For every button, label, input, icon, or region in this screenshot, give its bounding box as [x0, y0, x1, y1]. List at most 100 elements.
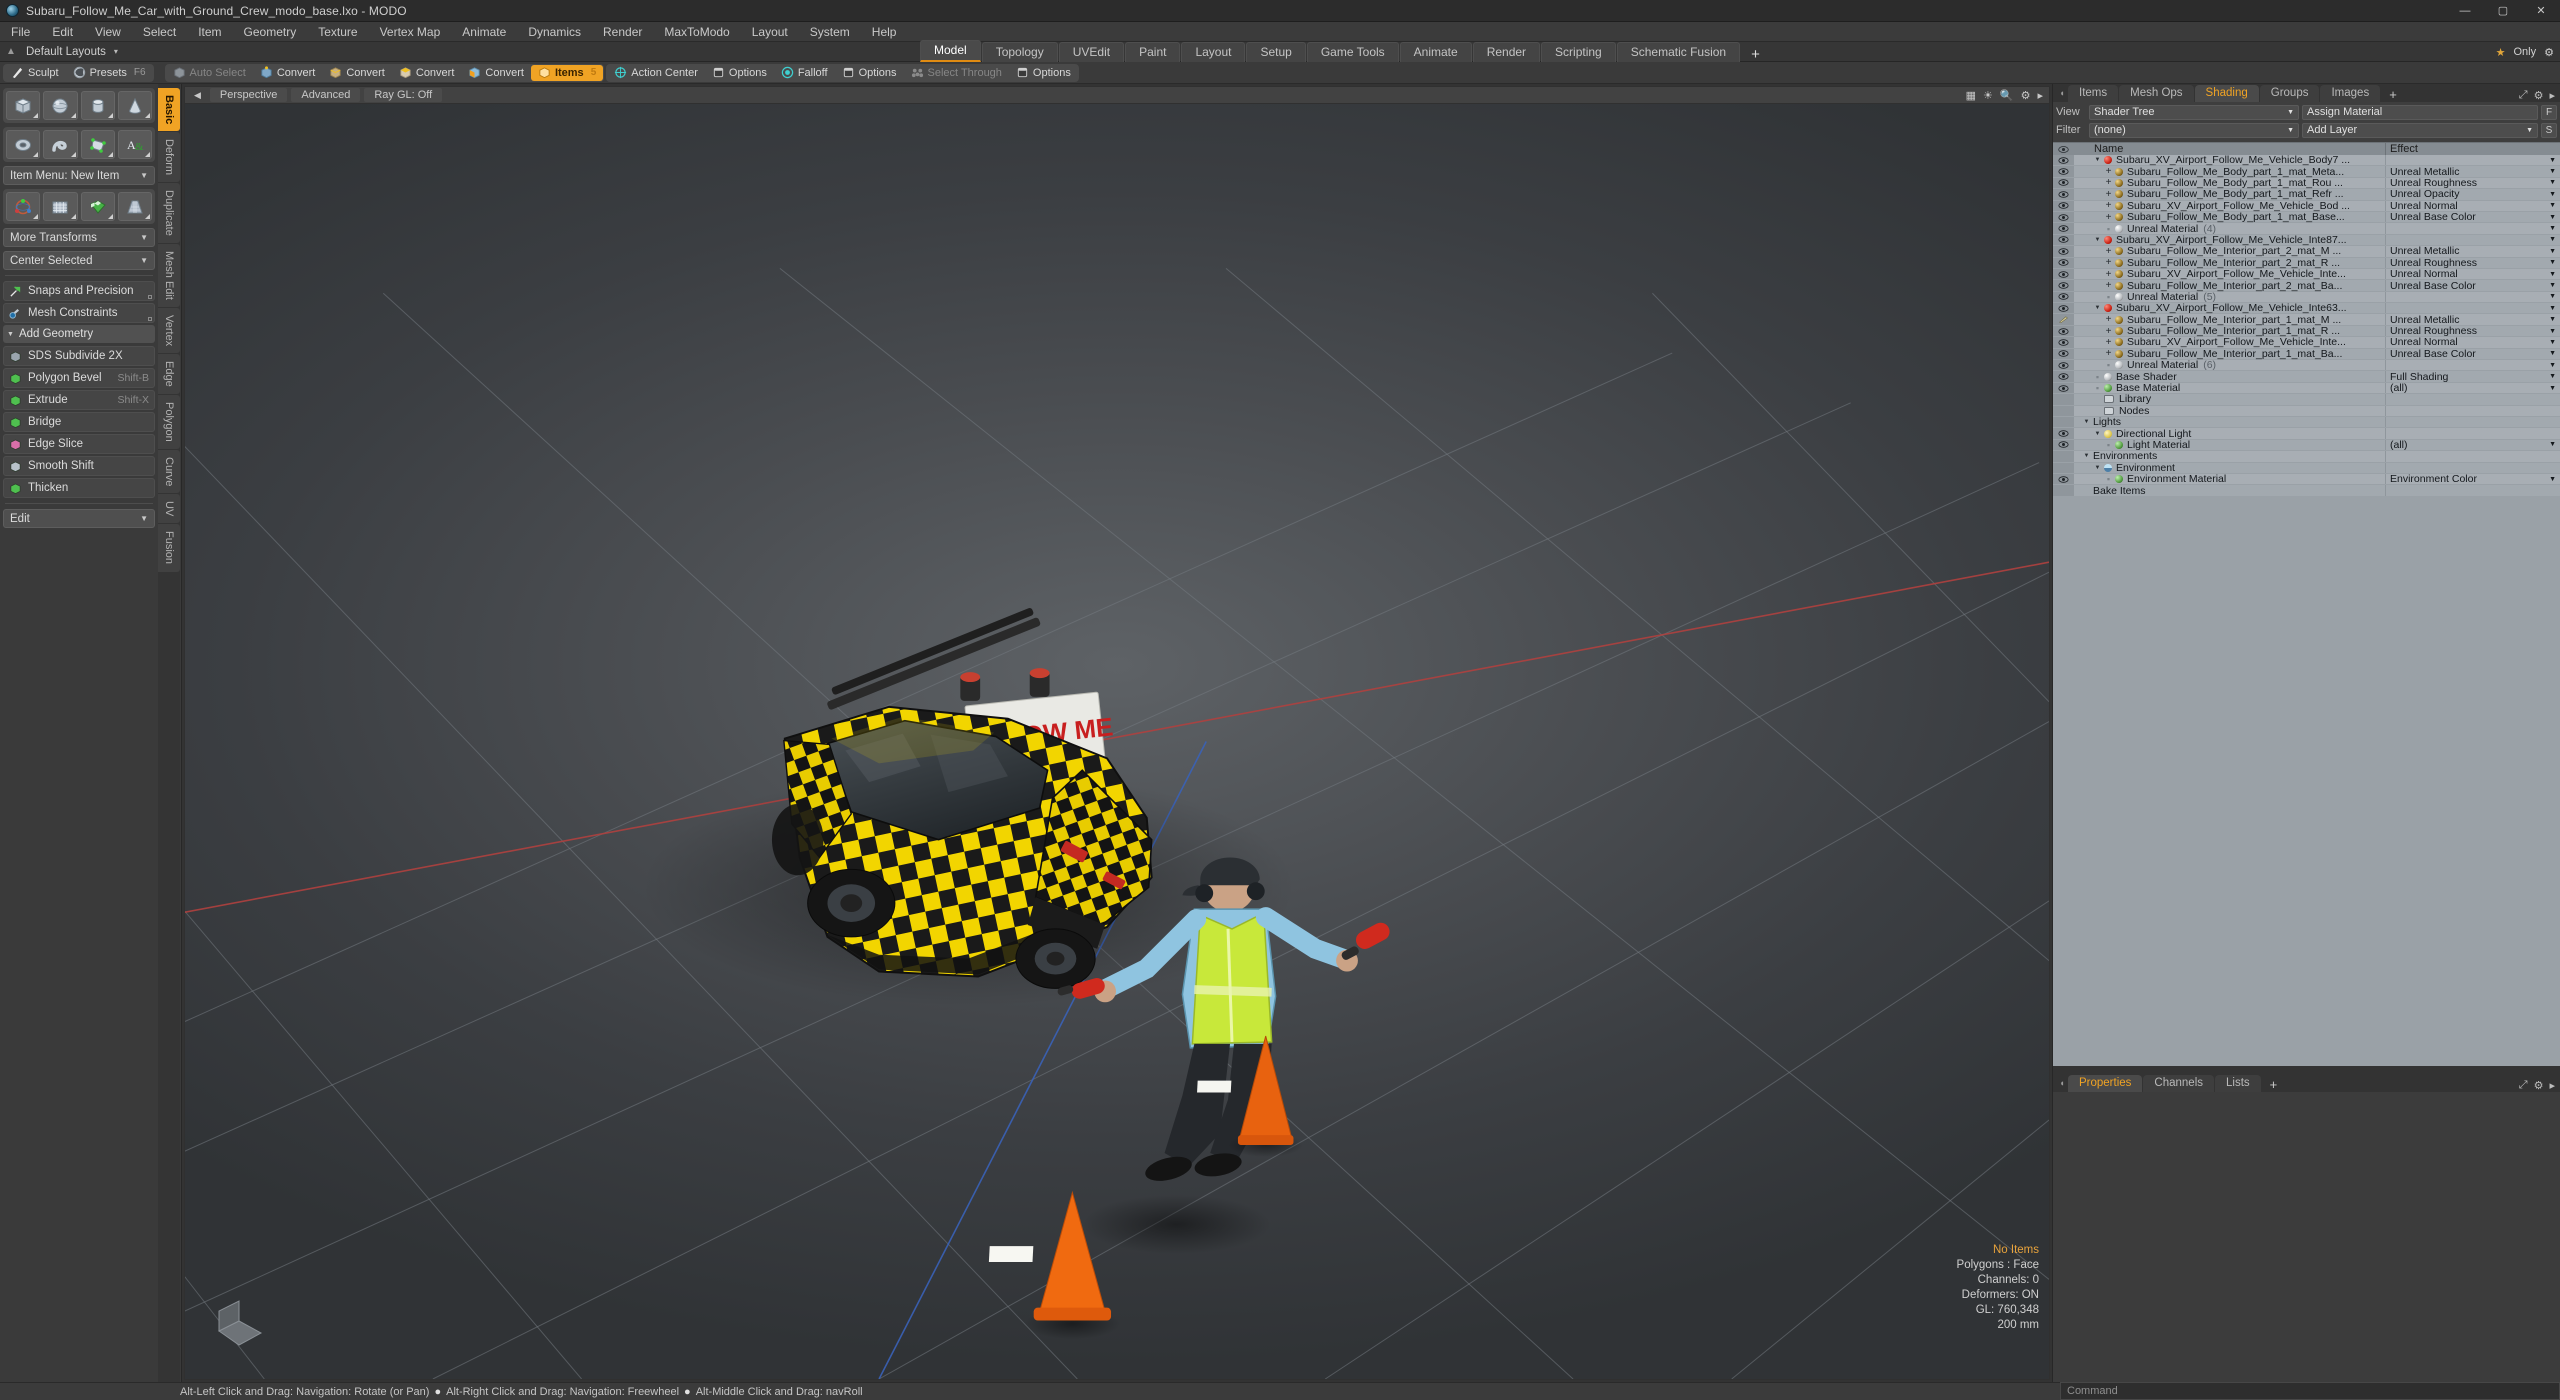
- properties-tab-lists[interactable]: Lists: [2215, 1075, 2261, 1092]
- layout-tab-topology[interactable]: Topology: [981, 42, 1058, 62]
- chevron-down-icon[interactable]: ▼: [2549, 225, 2556, 232]
- gear-icon[interactable]: ⚙: [2534, 1079, 2544, 1092]
- eye-icon[interactable]: [2053, 211, 2074, 223]
- expand-icon[interactable]: ⤢: [2519, 1079, 2528, 1092]
- menu-item-select[interactable]: Select: [132, 22, 187, 42]
- toolbar-falloff-button[interactable]: Falloff: [774, 65, 835, 81]
- chevron-down-icon[interactable]: ▾: [114, 47, 118, 56]
- torus-icon[interactable]: [6, 130, 41, 159]
- expand-plus-icon[interactable]: +: [2104, 337, 2113, 347]
- chevron-down-icon[interactable]: ▼: [2549, 339, 2556, 346]
- eye-icon[interactable]: [2053, 200, 2074, 211]
- chevron-down-icon[interactable]: ▼: [2549, 157, 2556, 164]
- tree-row-effect[interactable]: ▼: [2385, 303, 2560, 314]
- tool-bridge-button[interactable]: Bridge: [3, 412, 155, 432]
- toolbar-presets-button[interactable]: Presets F6: [66, 65, 153, 81]
- tree-row-effect[interactable]: Unreal Opacity ▼: [2385, 189, 2560, 200]
- tree-row-effect[interactable]: Unreal Roughness ▼: [2385, 257, 2560, 268]
- eye-icon[interactable]: [2053, 337, 2074, 348]
- menu-item-system[interactable]: System: [799, 22, 861, 42]
- gear-icon[interactable]: ⚙: [2544, 46, 2554, 59]
- search-icon[interactable]: 🔍: [2000, 89, 2014, 102]
- viewport-raygl-button[interactable]: Ray GL: Off: [364, 88, 443, 102]
- edit-dropdown[interactable]: Edit ▼: [3, 509, 155, 528]
- snaps-and-precision-button[interactable]: Snaps and Precision: [3, 281, 155, 301]
- leaf-dash-icon[interactable]: ▪: [2104, 224, 2113, 234]
- add-geometry-section-header[interactable]: ▼ Add Geometry: [3, 325, 155, 343]
- menu-item-dynamics[interactable]: Dynamics: [517, 22, 592, 42]
- center-selected-dropdown[interactable]: Center Selected ▼: [3, 251, 155, 270]
- eye-icon[interactable]: [2053, 234, 2074, 246]
- eye-icon[interactable]: [2053, 291, 2074, 303]
- expand-plus-icon[interactable]: +: [2104, 178, 2113, 188]
- tree-row-effect[interactable]: ▼: [2385, 155, 2560, 166]
- toolbar-convert-button[interactable]: Convert: [322, 65, 392, 81]
- subaru-follow-me-vehicle[interactable]: FOLLOW ME: [771, 607, 1153, 989]
- layout-tab-model[interactable]: Model: [920, 40, 981, 62]
- menu-item-texture[interactable]: Texture: [307, 22, 368, 42]
- toolbar-options-button[interactable]: Options: [1009, 65, 1078, 81]
- chevron-down-icon[interactable]: ▼: [2549, 271, 2556, 278]
- menu-item-vertex-map[interactable]: Vertex Map: [369, 22, 452, 42]
- expand-triangle-icon[interactable]: ▼: [2093, 305, 2102, 311]
- eye-icon[interactable]: [2053, 177, 2074, 189]
- chevron-right-icon[interactable]: ▸: [2549, 89, 2555, 102]
- grid-toggle-icon[interactable]: ▦: [1966, 89, 1976, 102]
- tool-extrude-button[interactable]: Extrude Shift-X: [3, 390, 155, 410]
- viewport-axis-gizmo[interactable]: [209, 1291, 271, 1349]
- tree-row-effect[interactable]: ▼: [2385, 234, 2560, 246]
- vertical-tab-polygon[interactable]: Polygon: [158, 395, 180, 449]
- tree-row-effect[interactable]: Unreal Metallic ▼: [2385, 166, 2560, 177]
- chevron-down-icon[interactable]: ▼: [2549, 236, 2556, 243]
- toolbar-convert-button[interactable]: Convert: [461, 65, 531, 81]
- tree-row-effect[interactable]: [2385, 416, 2560, 428]
- expand-plus-icon[interactable]: +: [2104, 246, 2113, 256]
- menu-item-help[interactable]: Help: [861, 22, 908, 42]
- chevron-down-icon[interactable]: ▼: [2549, 305, 2556, 312]
- tree-row-effect[interactable]: ▼: [2385, 360, 2560, 371]
- eye-icon[interactable]: [2053, 280, 2074, 291]
- command-line[interactable]: Command: [2060, 1382, 2560, 1400]
- text-tool-icon[interactable]: A &: [117, 130, 152, 159]
- tree-row-effect[interactable]: [2385, 485, 2560, 496]
- tool-sds-subdivide-2x-button[interactable]: SDS Subdivide 2X: [3, 346, 155, 366]
- chevron-down-icon[interactable]: ▼: [2549, 191, 2556, 198]
- tree-row-effect[interactable]: ▼: [2385, 223, 2560, 234]
- vertical-tab-deform[interactable]: Deform: [158, 132, 180, 183]
- polygon-tool-icon[interactable]: [80, 130, 115, 159]
- leaf-dash-icon[interactable]: ▪: [2093, 383, 2102, 393]
- menu-item-geometry[interactable]: Geometry: [233, 22, 308, 42]
- tool-polygon-bevel-button[interactable]: Polygon Bevel Shift-B: [3, 368, 155, 388]
- leaf-dash-icon[interactable]: ▪: [2093, 372, 2102, 382]
- taper-tool-icon[interactable]: [117, 192, 152, 221]
- star-icon[interactable]: ★: [2496, 46, 2506, 59]
- expand-triangle-icon[interactable]: ▼: [2093, 431, 2102, 437]
- sphere-icon[interactable]: [43, 91, 78, 120]
- tool-thicken-button[interactable]: Thicken: [3, 478, 155, 498]
- eye-icon[interactable]: [2053, 348, 2074, 360]
- menu-item-edit[interactable]: Edit: [41, 22, 84, 42]
- properties-tab-channels[interactable]: Channels: [2143, 1075, 2215, 1092]
- expand-plus-icon[interactable]: +: [2104, 201, 2113, 211]
- tool-edge-slice-button[interactable]: Edge Slice: [3, 434, 155, 454]
- chevron-down-icon[interactable]: ▼: [2549, 259, 2556, 266]
- cylinder-icon[interactable]: [80, 91, 115, 120]
- tree-row-effect[interactable]: Unreal Base Color ▼: [2385, 211, 2560, 223]
- mesh-constraints-button[interactable]: Mesh Constraints: [3, 303, 155, 323]
- menu-item-animate[interactable]: Animate: [451, 22, 517, 42]
- tree-row-effect[interactable]: Full Shading ▼: [2385, 371, 2560, 382]
- chevron-down-icon[interactable]: ▼: [2549, 476, 2556, 483]
- expand-icon[interactable]: ⤢: [2519, 89, 2528, 102]
- tree-row-effect[interactable]: Unreal Normal ▼: [2385, 200, 2560, 211]
- layout-tab-paint[interactable]: Paint: [1125, 42, 1181, 62]
- eye-icon[interactable]: [2053, 371, 2074, 382]
- layout-tab-schematic-fusion[interactable]: Schematic Fusion: [1616, 42, 1741, 62]
- tree-row-effect[interactable]: Unreal Metallic ▼: [2385, 314, 2560, 325]
- panel-menu-icon[interactable]: ◖: [2056, 84, 2068, 102]
- expand-plus-icon[interactable]: +: [2104, 349, 2113, 359]
- tree-row-effect[interactable]: Unreal Normal ▼: [2385, 268, 2560, 280]
- tree-row-effect[interactable]: Unreal Roughness ▼: [2385, 325, 2560, 337]
- collapse-icon[interactable]: ▲: [0, 46, 22, 57]
- eye-icon[interactable]: [2053, 257, 2074, 268]
- tree-row-effect[interactable]: Unreal Base Color ▼: [2385, 348, 2560, 360]
